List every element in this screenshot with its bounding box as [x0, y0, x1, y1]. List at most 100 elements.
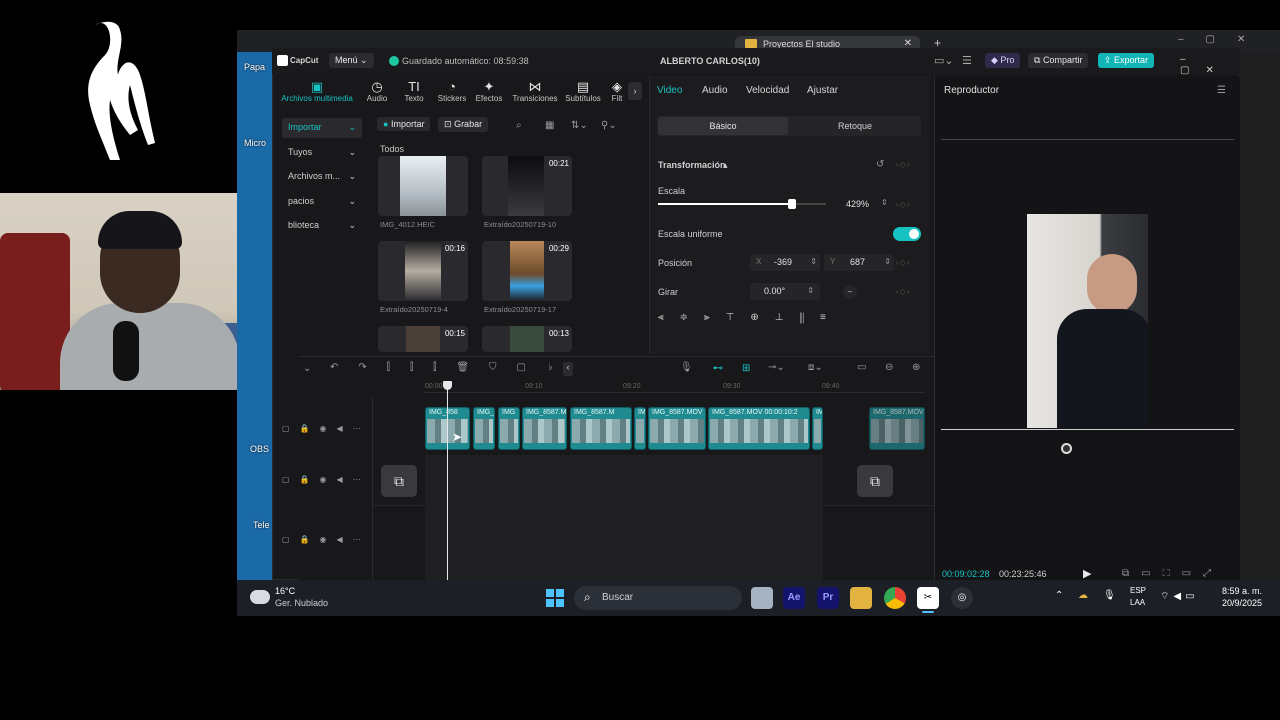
player-controls-icons[interactable]: ⧉▭⛶▭⤢ — [1122, 568, 1223, 579]
stepper-icon[interactable]: ⇕ — [810, 257, 817, 266]
shortcuts-icon[interactable]: ☰ — [962, 54, 972, 67]
select-arrow-icon[interactable]: ⌄ — [303, 363, 311, 374]
tab-video[interactable]: Video — [657, 85, 682, 96]
window-controls[interactable]: –▢✕ — [1180, 54, 1240, 76]
video-clip[interactable]: IMG_ — [473, 407, 495, 450]
task-view-icon[interactable] — [751, 587, 773, 609]
desktop-icon[interactable]: Papa — [244, 62, 265, 72]
sidebar-item-import[interactable]: Importar ⌄ — [282, 118, 362, 138]
subtab-basic[interactable]: Básico — [658, 117, 788, 135]
zoom-out-icon[interactable]: ⊖ — [885, 362, 893, 373]
zoom-in-icon[interactable]: ⊕ — [912, 362, 920, 373]
video-clip[interactable]: IMG — [498, 407, 520, 450]
browser-window-controls[interactable]: –▢✕ — [1178, 34, 1267, 45]
track-header-3[interactable]: ▢🔒◉◀⋯ — [282, 535, 371, 544]
sidebar-item-yours[interactable]: Tuyos ⌄ — [282, 143, 362, 163]
video-clip[interactable]: IMG_8587.M — [570, 407, 632, 450]
chrome-icon[interactable] — [884, 587, 906, 609]
track-header-2[interactable]: ▢🔒◉◀⋯ — [282, 475, 371, 484]
premiere-icon[interactable]: Pr — [817, 587, 839, 609]
media-thumb[interactable]: 00:29 — [482, 241, 572, 301]
tab-subtitles[interactable]: ▤ Subtítulos — [561, 80, 605, 104]
timeline-edit-tools[interactable]: ↶↷⫿⫿⫿🗑⛉▢ — [330, 362, 546, 373]
import-button[interactable]: ● Importar — [377, 117, 431, 131]
stepper-icon[interactable]: ⇕ — [884, 257, 891, 266]
layout-icon[interactable]: ▭⌄ — [934, 54, 954, 67]
desktop-icon[interactable]: Tele — [253, 520, 270, 530]
start-icon[interactable] — [546, 589, 564, 607]
collapse-icon[interactable]: ▴ — [723, 160, 728, 171]
scale-slider-handle[interactable] — [788, 199, 797, 209]
record-button[interactable]: ⊡ Grabar — [438, 117, 489, 132]
cover-button-right[interactable]: ⧉ — [857, 465, 893, 497]
playhead-handle[interactable] — [443, 381, 452, 390]
export-button[interactable]: ⇪ Exportar — [1098, 53, 1155, 68]
subtab-retouch[interactable]: Retoque — [790, 117, 920, 135]
player-menu-icon[interactable]: ☰ — [1217, 85, 1226, 96]
tab-speed[interactable]: Velocidad — [746, 85, 789, 96]
keyframe-icon[interactable]: ‹◇› — [896, 258, 910, 267]
taskbar-search[interactable]: ⌕ Buscar — [574, 586, 742, 610]
tab-effects[interactable]: ✦ Efectos — [467, 80, 511, 104]
uniform-scale-toggle[interactable] — [893, 227, 921, 241]
temperature[interactable]: 16°C — [275, 586, 295, 596]
microphone-icon[interactable]: 🎙 — [680, 362, 693, 373]
scale-value[interactable]: 429% — [846, 199, 869, 209]
share-button[interactable]: ⧉ Compartir — [1028, 53, 1089, 68]
keyframe-icon[interactable]: ‹◇› — [896, 287, 910, 296]
sort-icon[interactable]: ⇅⌄ — [571, 120, 588, 131]
keyboard-layout[interactable]: LAA — [1130, 598, 1145, 607]
rotate-handle-icon[interactable] — [1061, 443, 1072, 454]
preview-frame[interactable] — [1027, 214, 1148, 428]
section-transform[interactable]: Transformación — [658, 160, 726, 170]
tab-transitions[interactable]: ⋈ Transiciones — [509, 80, 561, 104]
clock-date[interactable]: 20/9/2025 — [1222, 598, 1262, 608]
media-thumb[interactable]: 00:16 — [378, 241, 468, 301]
network-volume-battery-icons[interactable]: ⌔◀▭ — [1160, 590, 1199, 603]
playhead[interactable] — [447, 383, 448, 580]
video-clip[interactable]: IM — [812, 407, 823, 450]
keyframe-icon[interactable]: ‹◇› — [896, 160, 910, 169]
magnet-icon[interactable]: ⊷ — [713, 363, 723, 374]
filter-icon[interactable]: ⚲⌄ — [601, 120, 617, 131]
position-y-field[interactable]: Y 687 ⇕ — [824, 254, 894, 271]
video-clip[interactable]: IMG_8587.MOV — [648, 407, 706, 450]
menu-button[interactable]: Menú ⌄ — [329, 53, 374, 68]
video-clip[interactable]: IMG_8587.M — [522, 407, 567, 450]
media-thumb[interactable]: 00:21 — [482, 156, 572, 216]
toolbar-collapse-icon[interactable]: ‹ — [563, 362, 573, 376]
media-thumb[interactable] — [378, 156, 468, 216]
rotate-field[interactable]: 0.00° ⇕ — [750, 283, 820, 300]
language-code[interactable]: ESP — [1130, 586, 1146, 595]
sidebar-item-library[interactable]: blioteca ⌄ — [282, 216, 362, 236]
file-explorer-icon[interactable] — [850, 587, 872, 609]
toolbar-next-icon[interactable]: › — [628, 82, 642, 100]
sidebar-item-spaces[interactable]: pacios ⌄ — [282, 192, 362, 212]
stepper-icon[interactable]: ⇕ — [881, 198, 888, 207]
tab-audio-props[interactable]: Audio — [702, 85, 728, 96]
tab-filters[interactable]: ◈ Filt — [606, 80, 628, 103]
play-icon[interactable]: ▶ — [1083, 567, 1091, 580]
obs-icon[interactable]: ◎ — [951, 587, 973, 609]
search-icon[interactable]: ⌕ — [516, 120, 522, 131]
link-icon[interactable]: ⊸⌄ — [768, 362, 785, 373]
tab-media[interactable]: ▣ Archivos multimedia — [276, 80, 358, 104]
video-clip[interactable]: IMG_8587.MOV 00:00:10:2 — [708, 407, 810, 450]
tray-app-icon[interactable]: ☁ — [1078, 590, 1088, 601]
tab-adjust[interactable]: Ajustar — [807, 85, 838, 96]
position-x-field[interactable]: X -369 ⇕ — [750, 254, 820, 271]
clock-time[interactable]: 8:59 a. m. — [1222, 586, 1262, 596]
sidebar-item-media-files[interactable]: Archivos m... ⌄ — [282, 167, 362, 187]
snap-icon[interactable]: ⧈⌄ — [808, 362, 823, 373]
grid-view-icon[interactable]: ▦ — [545, 120, 554, 131]
scale-slider[interactable] — [658, 199, 826, 209]
linkage-icon[interactable]: ⊞ — [742, 363, 750, 374]
media-thumb[interactable]: 00:13 — [482, 326, 572, 352]
freeze-icon[interactable]: ♭ — [548, 362, 553, 373]
weather-desc[interactable]: Ger. Nublado — [275, 598, 328, 608]
tray-overflow-icon[interactable]: ⌃ — [1055, 590, 1063, 601]
video-clip[interactable]: IMG_8587.MOV — [869, 407, 925, 450]
timeline-ruler[interactable] — [425, 383, 925, 393]
capcut-taskbar-icon[interactable]: ✂ — [917, 587, 939, 609]
rotate-dial[interactable]: – — [843, 285, 857, 299]
